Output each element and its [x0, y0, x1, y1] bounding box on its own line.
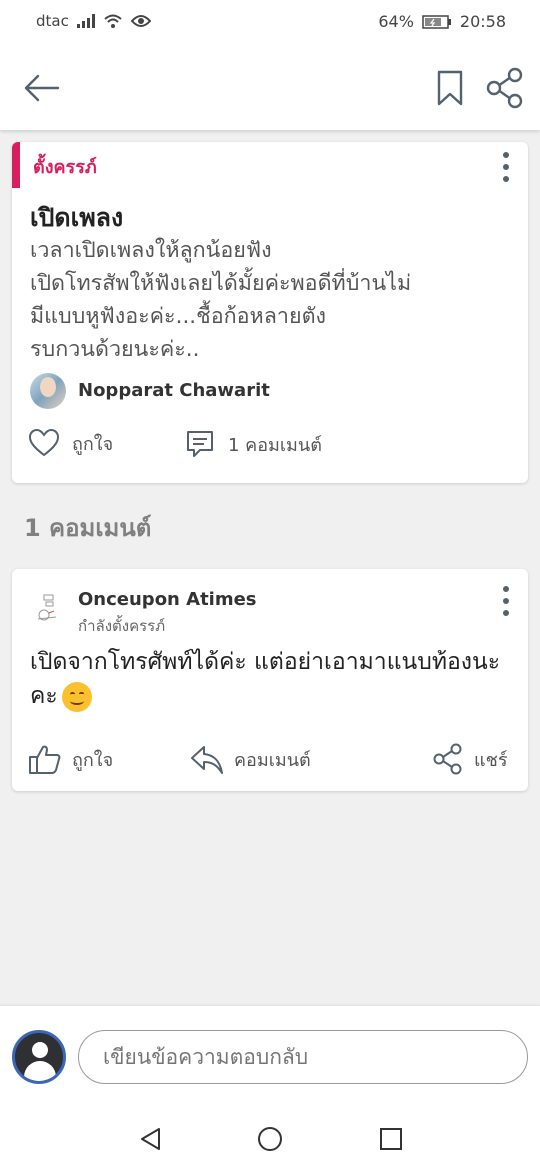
arrow-left-icon[interactable] [22, 68, 62, 108]
smiling-face-emoji [61, 681, 92, 712]
bookmark-icon[interactable] [434, 66, 466, 110]
more-options-icon[interactable] [501, 586, 511, 616]
comment-reply-button[interactable]: คอมเมนต์ [190, 743, 311, 775]
reply-arrow-icon [191, 746, 223, 774]
comment-share-button[interactable]: แชร์ [432, 743, 508, 775]
battery-percent: 64% [378, 12, 414, 31]
wifi-icon [104, 14, 122, 28]
post-body: เวลาเปิดเพลงให้ลูกน้อยฟัง เปิดโทรสัพให้ฟ… [30, 234, 500, 366]
share-icon[interactable] [484, 66, 526, 110]
like-label: ถูกใจ [72, 433, 114, 455]
post-card: ตั้งครรภ์ เปิดเพลง เวลาเปิดเพลงให้ลูกน้อ… [12, 142, 528, 483]
comment-text: เปิดจากโทรศัพท์ได้ค่ะ แต่อย่าเอามาแนบท้อ… [30, 645, 510, 713]
battery-icon [422, 14, 451, 29]
comment-body: เปิดจากโทรศัพท์ได้ค่ะ แต่อย่าเอามาแนบท้อ… [30, 649, 501, 709]
nav-recents-icon[interactable] [378, 1126, 404, 1152]
comment-card: Onceupon Atimes กำลังตั้งครรภ์ เปิดจากโท… [12, 569, 528, 791]
comments-heading: 1 คอมเมนต์ [24, 514, 152, 542]
reply-composer [0, 1006, 540, 1110]
author-name[interactable]: Nopparat Chawarit [78, 380, 270, 401]
post-body-line: เปิดโทรสัพให้ฟังเลยได้มั้ยค่ะพอดีที่บ้าน… [30, 271, 412, 296]
comment-share-label: แชร์ [474, 749, 508, 771]
commenter-status: กำลังตั้งครรภ์ [78, 617, 166, 635]
nav-home-icon[interactable] [257, 1126, 283, 1152]
signal-icon [76, 14, 95, 28]
carrier-label: dtac [36, 12, 69, 30]
commenter-avatar[interactable] [32, 591, 68, 627]
comment-like-button[interactable]: ถูกใจ [28, 743, 113, 775]
more-options-icon[interactable] [501, 152, 511, 182]
author-avatar[interactable] [30, 373, 66, 409]
commenter-name[interactable]: Onceupon Atimes [78, 589, 257, 610]
share-icon [433, 743, 462, 775]
like-button[interactable]: ถูกใจ [28, 428, 113, 458]
comment-count-button[interactable]: 1 คอมเมนต์ [184, 428, 322, 460]
system-nav-bar [0, 1110, 540, 1170]
status-bar: dtac 64% 20:58 [0, 0, 540, 44]
category-accent [12, 142, 20, 188]
post-body-line: มีแบบหูฟังอะค่ะ...ชื้อก้อหลายตัง [30, 304, 327, 329]
comment-like-label: ถูกใจ [72, 749, 114, 771]
heart-icon [28, 428, 60, 457]
post-body-line: เวลาเปิดเพลงให้ลูกน้อยฟัง [30, 238, 272, 263]
thumbs-up-icon [29, 745, 61, 774]
post-title: เปิดเพลง [30, 203, 124, 232]
app-bar [0, 44, 540, 130]
reply-input[interactable] [78, 1030, 528, 1084]
comment-actions: ถูกใจ คอมเมนต์ แชร์ [12, 743, 528, 777]
nav-back-icon[interactable] [138, 1126, 164, 1152]
comment-bubble-icon [187, 431, 213, 457]
comment-count-label: 1 คอมเมนต์ [228, 434, 322, 456]
user-avatar-icon[interactable] [12, 1030, 66, 1084]
post-body-line: รบกวนด้วยนะค่ะ.. [30, 337, 200, 362]
post-category[interactable]: ตั้งครรภ์ [33, 152, 97, 181]
eye-icon [130, 15, 151, 27]
clock: 20:58 [459, 12, 506, 31]
comment-reply-label: คอมเมนต์ [234, 749, 311, 771]
